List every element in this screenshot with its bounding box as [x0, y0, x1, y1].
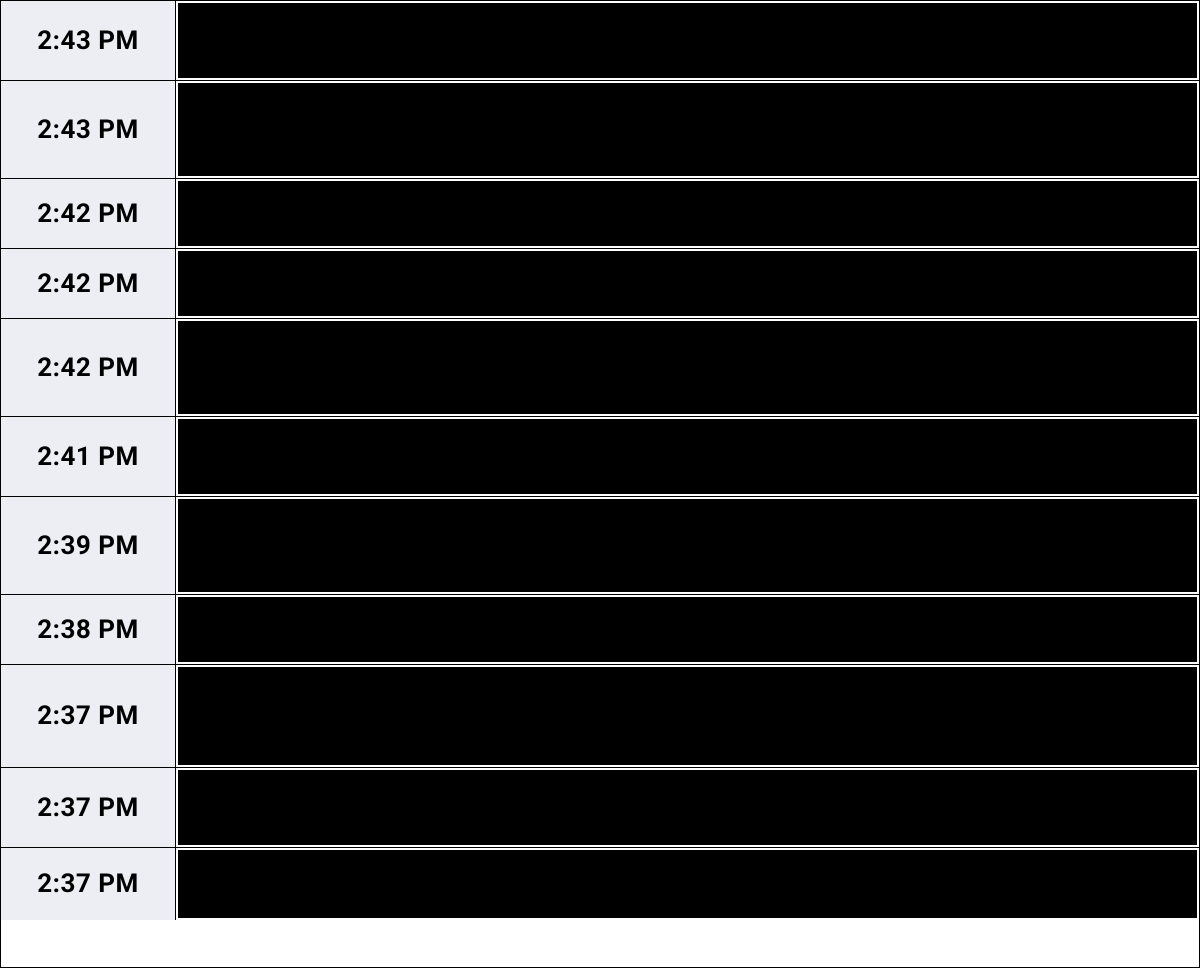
time-cell: 2:41 PM [1, 417, 176, 496]
time-cell: 2:42 PM [1, 249, 176, 318]
table-row: 2:37 PM [1, 665, 1199, 768]
time-cell: 2:42 PM [1, 179, 176, 248]
content-cell [176, 848, 1199, 920]
content-cell [176, 497, 1199, 594]
table-row: 2:37 PM [1, 848, 1199, 920]
time-cell: 2:42 PM [1, 319, 176, 416]
log-table: 2:43 PM2:43 PM2:42 PM2:42 PM2:42 PM2:41 … [0, 0, 1200, 968]
table-row: 2:42 PM [1, 319, 1199, 417]
content-cell [176, 319, 1199, 416]
content-cell [176, 249, 1199, 318]
time-cell: 2:43 PM [1, 1, 176, 80]
content-cell [176, 595, 1199, 664]
content-cell [176, 665, 1199, 767]
time-cell: 2:43 PM [1, 81, 176, 178]
content-cell [176, 417, 1199, 496]
content-cell [176, 768, 1199, 847]
time-cell: 2:37 PM [1, 768, 176, 847]
time-cell: 2:37 PM [1, 665, 176, 767]
table-row: 2:43 PM [1, 1, 1199, 81]
table-row: 2:42 PM [1, 249, 1199, 319]
content-cell [176, 81, 1199, 178]
content-cell [176, 1, 1199, 80]
table-row: 2:41 PM [1, 417, 1199, 497]
time-cell: 2:39 PM [1, 497, 176, 594]
time-cell: 2:38 PM [1, 595, 176, 664]
table-row: 2:42 PM [1, 179, 1199, 249]
content-cell [176, 179, 1199, 248]
time-cell: 2:37 PM [1, 848, 176, 920]
table-row: 2:39 PM [1, 497, 1199, 595]
table-row: 2:43 PM [1, 81, 1199, 179]
table-row: 2:37 PM [1, 768, 1199, 848]
table-row: 2:38 PM [1, 595, 1199, 665]
